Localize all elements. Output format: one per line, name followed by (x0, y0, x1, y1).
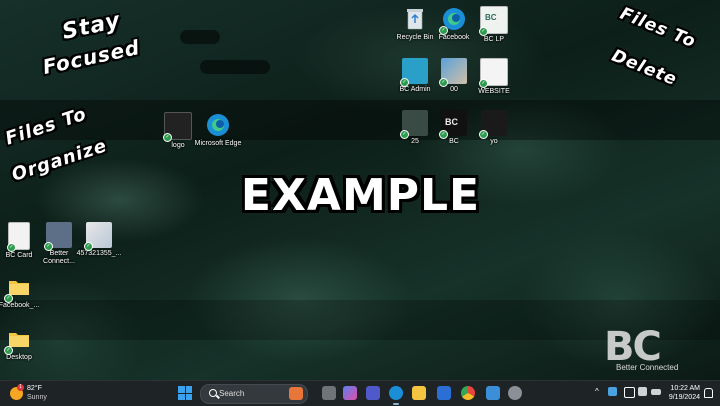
image-thumbnail-icon: ✓ (400, 58, 428, 87)
sync-check-icon: ✓ (479, 27, 488, 36)
windows-logo-pane (185, 393, 192, 400)
edge-taskbar-icon[interactable] (389, 386, 403, 400)
bc-mini-logo-icon: BC (445, 117, 458, 127)
bc-logo-file-icon: BC ✓ (439, 110, 467, 139)
desktop-icon-facebook-folder[interactable]: ✓ Facebook_... (0, 274, 45, 310)
better-connected-logo: BC Better Connected (604, 327, 716, 377)
photo-thumbnail-icon: ✓ (439, 58, 467, 87)
bc-logo-subtitle: Better Connected (616, 363, 679, 372)
task-view-icon[interactable] (322, 386, 336, 400)
desktop-icon-label: WEBSITE (478, 88, 510, 95)
edge-browser-icon: ✓ (439, 6, 467, 35)
teams-icon[interactable] (366, 386, 380, 400)
weather-temperature: 82°F (27, 385, 42, 392)
document-thumbnail-icon: ✓ (7, 222, 30, 252)
desktop-icon-label: 457321355_... (76, 250, 122, 257)
windows-logo-pane (178, 386, 185, 393)
desktop-icon-yo[interactable]: ✓ yo (468, 110, 520, 146)
search-highlight-icon (289, 387, 303, 400)
chevron-up-icon[interactable]: ^ (595, 387, 599, 396)
sync-check-icon: ✓ (4, 346, 13, 355)
windows-logo-pane (185, 386, 192, 393)
desktop-icon-label: Microsoft Edge (194, 140, 242, 147)
image-thumbnail-icon: ✓ (163, 112, 192, 142)
taskbar-search-box[interactable]: Search (200, 384, 308, 404)
settings-gear-icon[interactable] (508, 386, 522, 400)
desktop-icon-desktop-folder[interactable]: ✓ Desktop (0, 326, 45, 362)
document-thumbnail-icon: BC ✓ (479, 6, 508, 36)
volume-icon[interactable] (638, 387, 647, 396)
sync-check-icon: ✓ (400, 78, 409, 87)
desktop-icon-label: Facebook_... (0, 302, 40, 309)
search-icon (209, 389, 217, 397)
image-thumbnail-icon: ✓ (84, 222, 112, 251)
weather-condition: Sunny (27, 394, 47, 401)
clock-time: 10:22 AM (670, 385, 700, 392)
wallpaper-dot (180, 30, 220, 44)
sync-check-icon: ✓ (163, 133, 172, 142)
snipping-tool-icon[interactable] (486, 386, 500, 400)
sync-check-icon: ✓ (479, 130, 488, 139)
desktop-icon-website[interactable]: ✓ WEBSITE (468, 58, 520, 96)
onedrive-icon[interactable] (608, 387, 617, 396)
photo-thumbnail-icon: ✓ (400, 110, 428, 139)
desktop-icon-numbered-file[interactable]: ✓ 457321355_... (73, 222, 125, 258)
example-watermark-text: EXAMPLE (240, 170, 481, 221)
sync-check-icon: ✓ (439, 130, 448, 139)
document-thumbnail-icon: ✓ (44, 222, 72, 251)
sync-check-icon: ✓ (7, 243, 16, 252)
sync-check-icon: ✓ (439, 26, 448, 35)
copilot-icon[interactable] (343, 386, 357, 400)
desktop-icon-bc-lp[interactable]: BC ✓ BC LP (468, 6, 520, 44)
recycle-bin-icon (402, 6, 428, 32)
windows-logo-pane (178, 393, 185, 400)
battery-icon[interactable] (651, 389, 661, 395)
bc-logo-letters: BC (604, 324, 662, 370)
desktop-icon-label: BC LP (483, 36, 505, 43)
start-button[interactable] (178, 386, 192, 400)
sync-check-icon: ✓ (4, 294, 13, 303)
clock-date: 9/19/2024 (668, 394, 700, 401)
desktop-icon-label: Desktop (6, 354, 32, 361)
desktop-icon-microsoft-edge[interactable]: Microsoft Edge (192, 112, 244, 148)
notification-bell-icon[interactable] (704, 388, 713, 398)
sync-check-icon: ✓ (400, 130, 409, 139)
sync-check-icon: ✓ (439, 78, 448, 87)
wallpaper-band (0, 100, 720, 140)
taskbar: 1 82°F Sunny Search ^ 10:22 AM 9/19/2024 (0, 380, 720, 406)
microsoft-store-icon[interactable] (437, 386, 451, 400)
system-clock[interactable]: 10:22 AM 9/19/2024 (664, 384, 700, 402)
notification-badge: 1 (17, 384, 24, 391)
search-placeholder: Search (219, 389, 245, 398)
desktop-icon-label: yo (490, 138, 498, 145)
bc-mini-logo-icon: BC (485, 13, 497, 22)
sync-check-icon: ✓ (84, 242, 93, 251)
edge-browser-icon (205, 112, 231, 138)
image-thumbnail-icon: ✓ (479, 110, 507, 139)
folder-icon: ✓ (4, 274, 32, 303)
wifi-icon[interactable] (624, 387, 635, 398)
file-explorer-icon[interactable] (412, 386, 426, 400)
document-thumbnail-icon: ✓ (479, 58, 508, 88)
folder-icon: ✓ (4, 326, 32, 355)
wallpaper-dot (200, 60, 270, 74)
sync-check-icon: ✓ (44, 242, 53, 251)
sync-check-icon: ✓ (479, 79, 488, 88)
chrome-icon[interactable] (461, 386, 475, 400)
